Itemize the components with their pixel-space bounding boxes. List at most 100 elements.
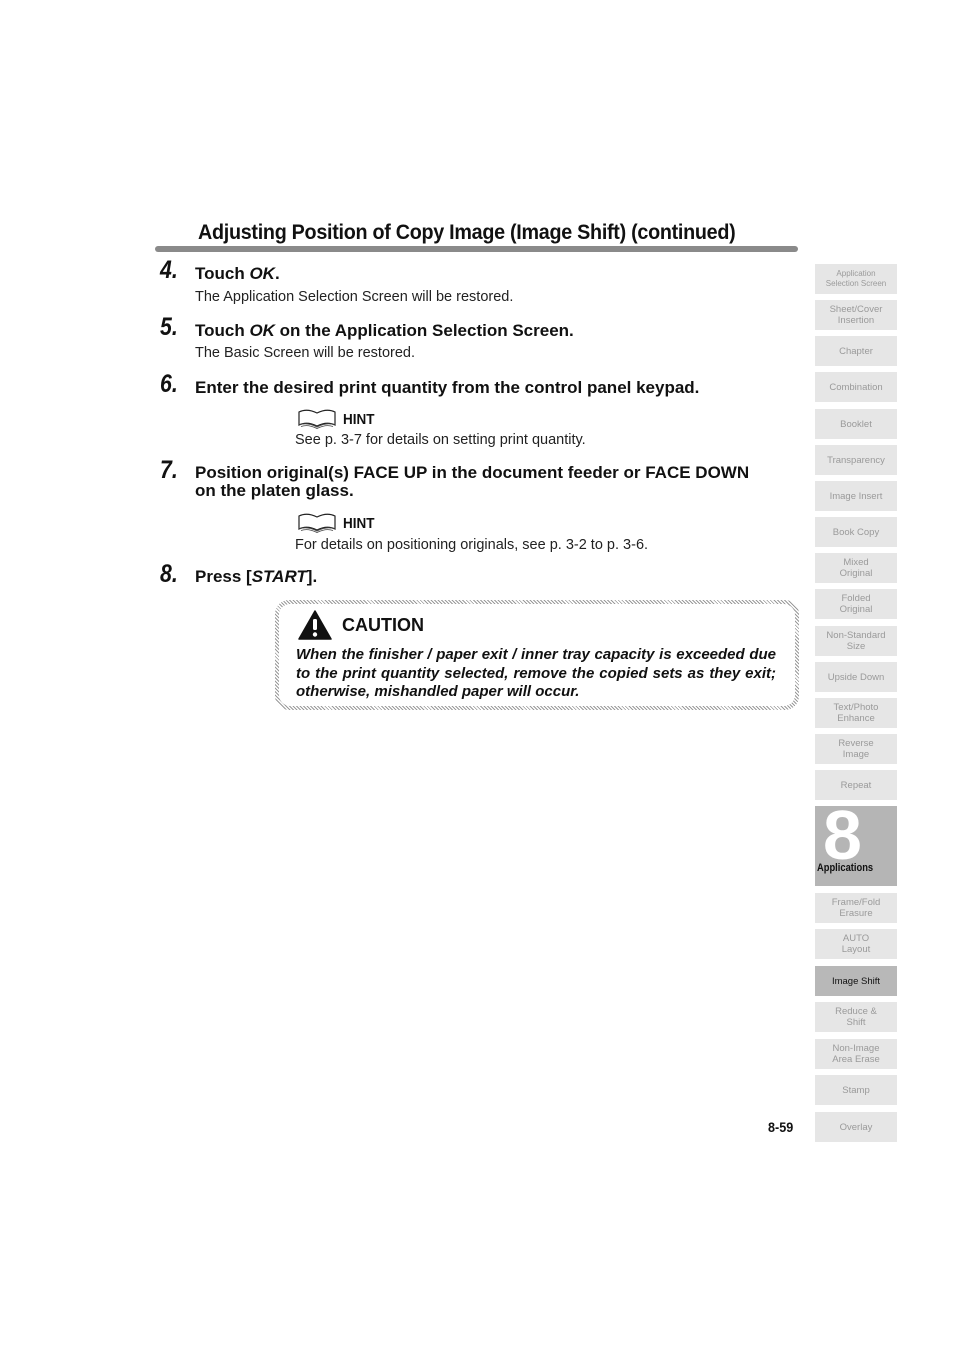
- step-text-line: on the platen glass.: [195, 481, 354, 500]
- step-instruction: Enter the desired print quantity from th…: [195, 378, 700, 397]
- step-number: 4.: [160, 256, 178, 284]
- side-tab[interactable]: Transparency: [815, 445, 897, 475]
- step-number: 8.: [160, 560, 178, 588]
- chapter-tab[interactable]: 8 Applications: [815, 800, 897, 886]
- side-tab-label: Sheet/Cover Insertion: [830, 304, 883, 326]
- step-number: 7.: [160, 456, 178, 484]
- side-tab-label: Booklet: [840, 419, 872, 430]
- chapter-label: Applications: [817, 862, 874, 874]
- side-tab-label: Non-Image Area Erase: [832, 1043, 880, 1065]
- side-tab-label-line: Image: [842, 749, 870, 760]
- step-result: The Application Selection Screen will be…: [195, 289, 514, 305]
- step-instruction: Touch OK.: [195, 265, 280, 283]
- side-tab[interactable]: Frame/Fold Erasure: [815, 893, 897, 923]
- side-tab-label: Image Shift: [832, 976, 880, 987]
- side-tab-label-line: Frame/Fold: [831, 897, 881, 908]
- side-tab[interactable]: Booklet: [815, 409, 897, 439]
- step-text: .: [274, 264, 280, 283]
- side-tab-label-line: Reverse: [838, 738, 874, 749]
- side-tab-label-line: Application: [836, 269, 876, 278]
- side-tab[interactable]: Non-Standard Size: [815, 626, 897, 656]
- side-tab[interactable]: Image Shift: [815, 966, 897, 996]
- side-tab-label-line: Selection Screen: [825, 279, 887, 288]
- side-tab-label-line: Stamp: [842, 1084, 870, 1096]
- side-tab-label-line: Transparency: [827, 454, 885, 466]
- side-tab[interactable]: Folded Original: [815, 589, 897, 619]
- side-tab-label: Book Copy: [833, 527, 879, 538]
- page-number: 8-59: [768, 1119, 794, 1135]
- side-tab-label-line: Layout: [841, 944, 871, 955]
- ok-button-reference: OK: [249, 321, 275, 340]
- side-tab[interactable]: Image Insert: [815, 481, 897, 511]
- side-tab-label: Frame/Fold Erasure: [832, 897, 881, 919]
- side-tab-label-line: Original: [839, 568, 873, 579]
- step-text: on the Application Selection Screen.: [274, 321, 574, 340]
- side-tab-label-line: Non-Standard: [826, 630, 886, 641]
- side-tab[interactable]: Book Copy: [815, 517, 897, 547]
- step-result: The Basic Screen will be restored.: [195, 345, 416, 361]
- side-tab[interactable]: Sheet/Cover Insertion: [815, 300, 897, 330]
- side-tab-label-line: Reduce &: [835, 1006, 877, 1017]
- side-tab-label-line: Sheet/Cover: [829, 304, 883, 315]
- side-tab-label-line: Area Erase: [832, 1054, 880, 1065]
- side-tab-label: Text/Photo Enhance: [834, 702, 879, 724]
- side-tab-label-line: Shift: [846, 1017, 866, 1028]
- side-tab-label: Mixed Original: [840, 557, 873, 579]
- side-tab-label: Stamp: [842, 1085, 869, 1096]
- side-tab-label-line: Mixed: [843, 557, 869, 568]
- hint-label: HINT: [343, 410, 375, 428]
- side-tab-label: Image Insert: [830, 491, 883, 502]
- side-tab[interactable]: Application Selection Screen: [815, 264, 897, 294]
- hint-header: HINT: [297, 409, 378, 429]
- side-tab-label: Upside Down: [828, 672, 885, 683]
- step-instruction: Press [START].: [195, 568, 317, 586]
- side-tab[interactable]: Text/Photo Enhance: [815, 698, 897, 728]
- step-instruction: Touch OK on the Application Selection Sc…: [195, 322, 574, 340]
- title-underline: [155, 246, 798, 252]
- side-tab[interactable]: Reverse Image: [815, 734, 897, 764]
- side-tab-label-line: Combination: [829, 381, 883, 393]
- side-tab-label: Folded Original: [840, 593, 873, 615]
- side-tab-label-line: Book Copy: [832, 526, 880, 538]
- side-tab-label: Chapter: [839, 346, 873, 357]
- side-tab-label-line: Text/Photo: [833, 702, 879, 713]
- caution-content: CAUTION When the finisher / paper exit /…: [279, 604, 795, 706]
- side-tab-label: Reverse Image: [838, 738, 873, 760]
- side-tab-label: Application Selection Screen: [826, 269, 886, 289]
- side-tab-label-line: Original: [839, 604, 873, 615]
- chapter-number: 8: [823, 796, 862, 874]
- page-title: Adjusting Position of Copy Image (Image …: [198, 221, 736, 244]
- side-tab-label-line: Non-Image: [832, 1043, 880, 1054]
- side-tab[interactable]: Combination: [815, 372, 897, 402]
- side-tab-label-line: AUTO: [842, 933, 870, 944]
- side-tab-label: Overlay: [840, 1122, 873, 1133]
- side-tab-label-line: Erasure: [839, 908, 873, 919]
- step-text: ].: [306, 567, 318, 586]
- side-tab-label: Reduce & Shift: [835, 1006, 877, 1028]
- side-tab[interactable]: Upside Down: [815, 662, 897, 692]
- step-text: Touch: [195, 264, 250, 283]
- book-icon: [298, 409, 336, 429]
- step-text: Touch: [195, 321, 250, 340]
- side-tab-label-line: Image Insert: [829, 490, 883, 502]
- side-tab[interactable]: Non-Image Area Erase: [815, 1039, 897, 1069]
- ok-button-reference: OK: [249, 264, 275, 283]
- hint-text: For details on positioning originals, se…: [295, 537, 649, 553]
- side-tab-label: Repeat: [841, 780, 872, 791]
- side-tab-label-line: Booklet: [840, 418, 872, 430]
- step-text: Press [: [195, 567, 252, 586]
- side-tab-label-line: Folded: [841, 593, 871, 604]
- side-tab[interactable]: Stamp: [815, 1075, 897, 1105]
- side-tab[interactable]: Mixed Original: [815, 553, 897, 583]
- step-text-line: Position original(s) FACE UP in the docu…: [195, 463, 750, 482]
- side-tab[interactable]: Chapter: [815, 336, 897, 366]
- side-tab-label: Non-Standard Size: [826, 630, 885, 652]
- hint-label: HINT: [343, 514, 375, 532]
- side-tab[interactable]: AUTO Layout: [815, 929, 897, 959]
- side-tab[interactable]: Overlay: [815, 1112, 897, 1142]
- side-tab-label-line: Upside Down: [827, 671, 885, 683]
- step-number: 6.: [160, 370, 178, 398]
- caution-text: When the finisher / paper exit / inner t…: [296, 646, 776, 700]
- side-tab[interactable]: Reduce & Shift: [815, 1002, 897, 1032]
- side-tab-label: AUTO Layout: [842, 933, 871, 955]
